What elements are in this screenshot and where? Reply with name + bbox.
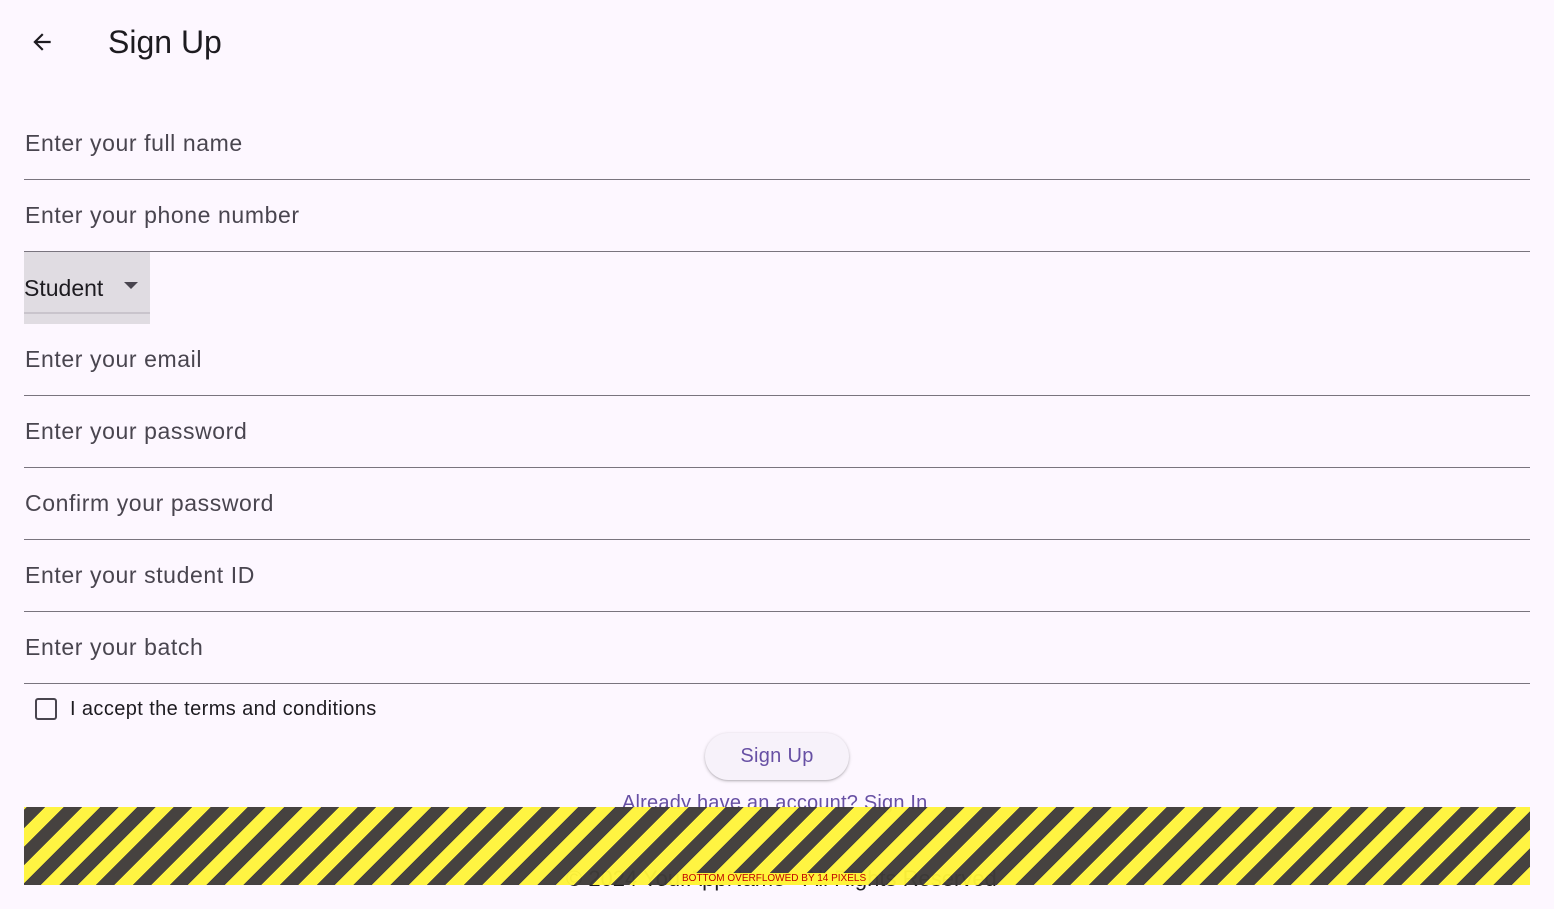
password-field (24, 396, 1530, 468)
sign-up-button[interactable]: Sign Up (705, 733, 849, 780)
confirm-password-input[interactable] (24, 468, 1530, 539)
password-input[interactable] (24, 396, 1530, 467)
signup-screen: Sign Up Student I accept the terms and c… (0, 0, 1554, 909)
role-dropdown-value: Student (24, 275, 104, 301)
role-dropdown[interactable]: Student (24, 252, 150, 324)
arrow-back-icon (33, 33, 51, 51)
phone-field (24, 180, 1530, 252)
full-name-field (24, 108, 1530, 180)
back-button[interactable] (18, 18, 66, 66)
app-bar: Sign Up (0, 0, 1554, 84)
terms-label: I accept the terms and conditions (70, 697, 377, 720)
batch-field (24, 612, 1530, 684)
terms-checkbox[interactable] (35, 698, 57, 720)
email-input[interactable] (24, 324, 1530, 395)
student-id-input[interactable] (24, 540, 1530, 611)
page-title: Sign Up (108, 24, 222, 60)
batch-input[interactable] (24, 612, 1530, 683)
dropdown-underline (24, 312, 150, 314)
terms-row: I accept the terms and conditions (24, 688, 377, 730)
phone-input[interactable] (24, 180, 1530, 251)
confirm-password-field (24, 468, 1530, 540)
full-name-input[interactable] (24, 108, 1530, 179)
dropdown-arrow-icon (124, 282, 138, 289)
email-field (24, 324, 1530, 396)
overflow-warning-label: BOTTOM OVERFLOWED BY 14 PIXELS (682, 873, 867, 885)
student-id-field (24, 540, 1530, 612)
